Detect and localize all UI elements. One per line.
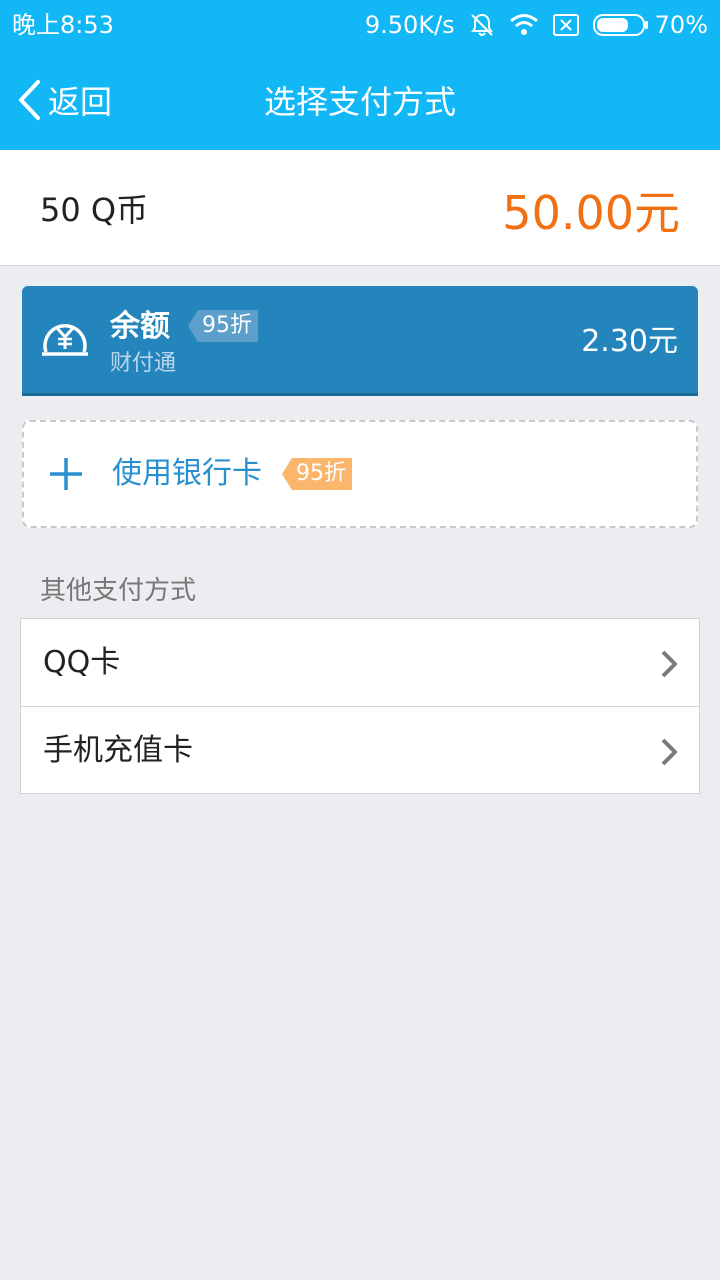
- add-bank-card-button[interactable]: 使用银行卡 95折: [22, 420, 698, 528]
- chevron-left-icon: [16, 78, 42, 126]
- list-item-label: 手机充值卡: [43, 733, 193, 768]
- chevron-right-icon: [659, 737, 679, 771]
- battery-icon: [592, 13, 649, 37]
- network-speed: 9.50K/s: [364, 11, 455, 39]
- plus-icon: [48, 456, 84, 496]
- wifi-icon: [509, 13, 539, 37]
- app-header: 晚上8:53 9.50K/s 70% 选择支付方式 返回: [0, 0, 720, 150]
- battery-percent: 70%: [654, 11, 708, 39]
- bank-card-discount-badge: 95折: [282, 458, 352, 490]
- sim-off-icon: [552, 14, 579, 36]
- yuan-coin-icon: [40, 316, 90, 366]
- bank-card-label: 使用银行卡: [112, 456, 262, 491]
- other-methods-heading: 其他支付方式: [40, 576, 197, 606]
- phone-recharge-card-option[interactable]: 手机充值卡: [21, 706, 699, 793]
- navigation-bar: 选择支付方式 返回: [0, 52, 720, 150]
- battery-indicator: 70%: [592, 11, 708, 39]
- product-name: 50 Q币: [40, 191, 149, 229]
- balance-discount-badge: 95折: [188, 310, 258, 342]
- status-time: 晚上8:53: [12, 11, 114, 39]
- balance-amount: 2.30元: [581, 324, 678, 359]
- balance-title: 余额: [110, 309, 170, 344]
- status-indicators: 9.50K/s 70%: [365, 8, 708, 42]
- product-price: 50.00元: [502, 186, 680, 240]
- bell-off-icon: [469, 12, 495, 38]
- status-bar: 晚上8:53 9.50K/s 70%: [0, 0, 720, 52]
- back-label: 返回: [48, 83, 113, 121]
- list-item-label: QQ卡: [43, 645, 121, 680]
- balance-provider: 财付通: [110, 351, 177, 376]
- product-summary: 50 Q币 50.00元: [0, 150, 720, 266]
- chevron-right-icon: [659, 649, 679, 683]
- other-methods-list: QQ卡 手机充值卡: [20, 618, 700, 794]
- balance-payment-option[interactable]: 余额 95折 财付通 2.30元: [22, 286, 698, 396]
- back-button[interactable]: 返回: [16, 80, 112, 124]
- qq-card-option[interactable]: QQ卡: [21, 619, 699, 706]
